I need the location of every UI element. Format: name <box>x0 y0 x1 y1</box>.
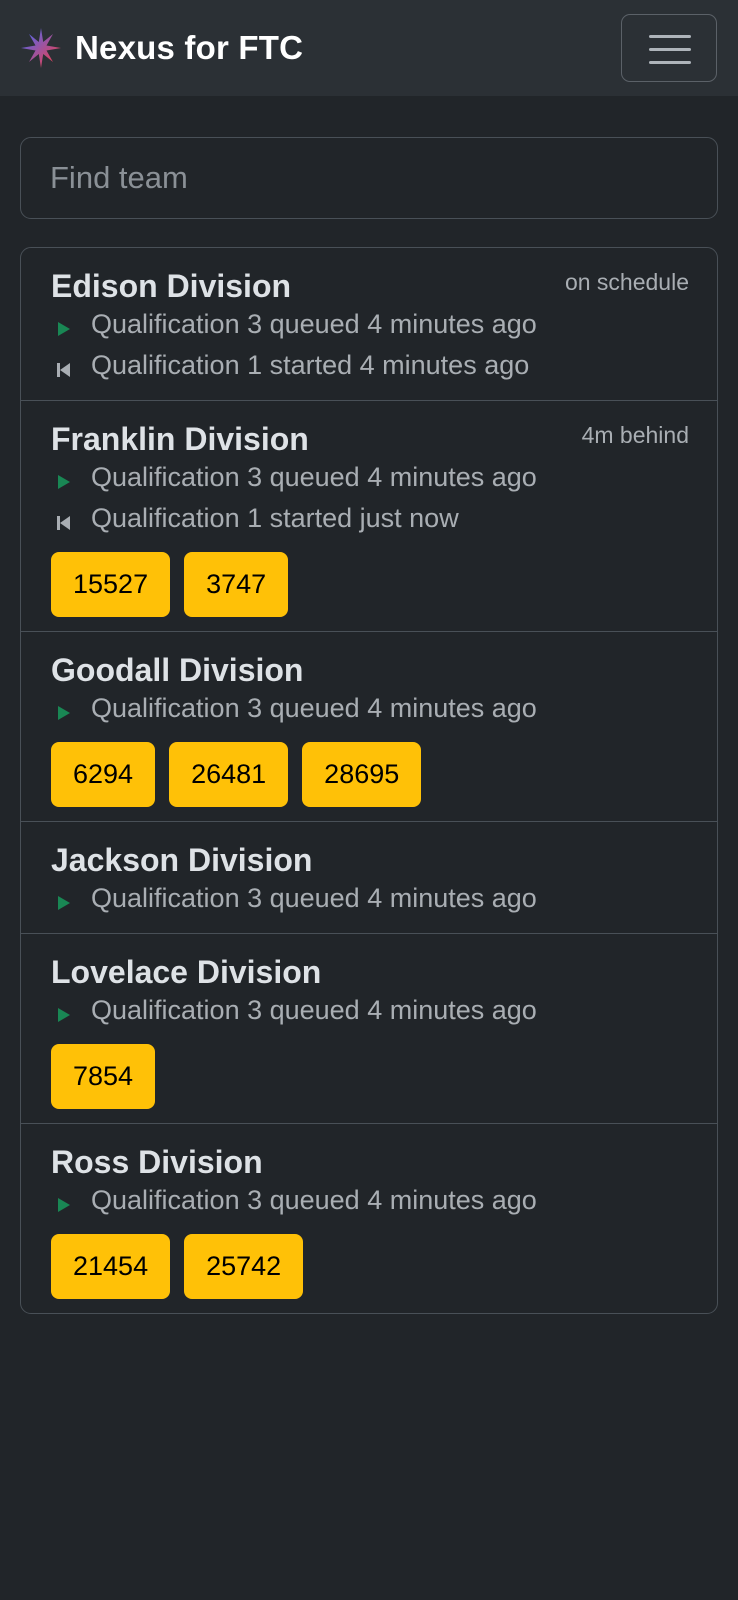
match-event-text: Qualification 3 queued 4 minutes ago <box>91 693 537 723</box>
match-event-row: Qualification 3 queued 4 minutes ago <box>51 304 689 345</box>
play-icon <box>51 315 91 336</box>
skip-back-icon <box>51 509 91 530</box>
team-badge[interactable]: 7854 <box>51 1044 156 1109</box>
match-event-row: Qualification 3 queued 4 minutes ago <box>51 990 689 1031</box>
team-badges: 15527 3747 <box>51 552 689 617</box>
match-event-text: Qualification 3 queued 4 minutes ago <box>91 1185 537 1215</box>
division-item[interactable]: Goodall Division Qualification 3 queued 4… <box>21 631 717 821</box>
team-badge[interactable]: 28695 <box>302 742 422 807</box>
division-item[interactable]: Jackson Division Qualification 3 queued 4… <box>21 821 717 933</box>
team-badges: 6294 26481 28695 <box>51 742 689 807</box>
team-badge[interactable]: 25742 <box>184 1234 304 1299</box>
division-schedule-status: 4m behind <box>581 422 689 448</box>
brand-link[interactable]: Nexus for FTC <box>20 26 303 70</box>
match-event-text: Qualification 3 queued 4 minutes ago <box>91 309 537 339</box>
division-item[interactable]: Ross Division Qualification 3 queued 4 mi… <box>21 1123 717 1313</box>
division-list: Edison Division on schedule Qualification … <box>20 247 718 1314</box>
team-badge[interactable]: 3747 <box>184 552 289 617</box>
team-badge[interactable]: 6294 <box>51 742 156 807</box>
division-schedule-status: on schedule <box>564 269 689 295</box>
match-event-row: Qualification 1 started just now <box>51 498 689 539</box>
play-icon <box>51 1191 91 1212</box>
team-badge[interactable]: 26481 <box>169 742 289 807</box>
match-event-row: Qualification 3 queued 4 minutes ago <box>51 688 689 729</box>
skip-back-icon <box>51 356 91 377</box>
play-icon <box>51 468 91 489</box>
team-badge[interactable]: 15527 <box>51 552 171 617</box>
play-icon <box>51 889 91 910</box>
match-event-row: Qualification 3 queued 4 minutes ago <box>51 457 689 498</box>
division-name: Goodall Division <box>51 652 304 688</box>
match-event-row: Qualification 1 started 4 minutes ago <box>51 345 689 386</box>
star-burst-logo-icon <box>21 28 61 68</box>
navbar: Nexus for FTC <box>0 0 738 96</box>
division-item[interactable]: Edison Division on schedule Qualification … <box>21 248 717 400</box>
division-name: Jackson Division <box>51 842 313 878</box>
division-name: Ross Division <box>51 1144 263 1180</box>
match-event-text: Qualification 1 started 4 minutes ago <box>91 350 530 380</box>
team-badges: 7854 <box>51 1044 689 1109</box>
match-event-text: Qualification 3 queued 4 minutes ago <box>91 462 537 492</box>
division-item[interactable]: Franklin Division 4m behind Qualification … <box>21 400 717 631</box>
find-team-input[interactable] <box>20 137 718 219</box>
match-event-text: Qualification 1 started just now <box>91 503 459 533</box>
brand-name: Nexus for FTC <box>75 29 304 66</box>
division-item[interactable]: Lovelace Division Qualification 3 queued … <box>21 933 717 1123</box>
division-name: Lovelace Division <box>51 954 322 990</box>
match-event-text: Qualification 3 queued 4 minutes ago <box>91 883 537 913</box>
menu-toggle-button[interactable] <box>621 14 717 82</box>
team-badges: 21454 25742 <box>51 1234 689 1299</box>
match-event-text: Qualification 3 queued 4 minutes ago <box>91 995 537 1025</box>
play-icon <box>51 1001 91 1022</box>
match-event-row: Qualification 3 queued 4 minutes ago <box>51 878 689 919</box>
play-icon <box>51 699 91 720</box>
match-event-row: Qualification 3 queued 4 minutes ago <box>51 1180 689 1221</box>
team-badge[interactable]: 21454 <box>51 1234 171 1299</box>
